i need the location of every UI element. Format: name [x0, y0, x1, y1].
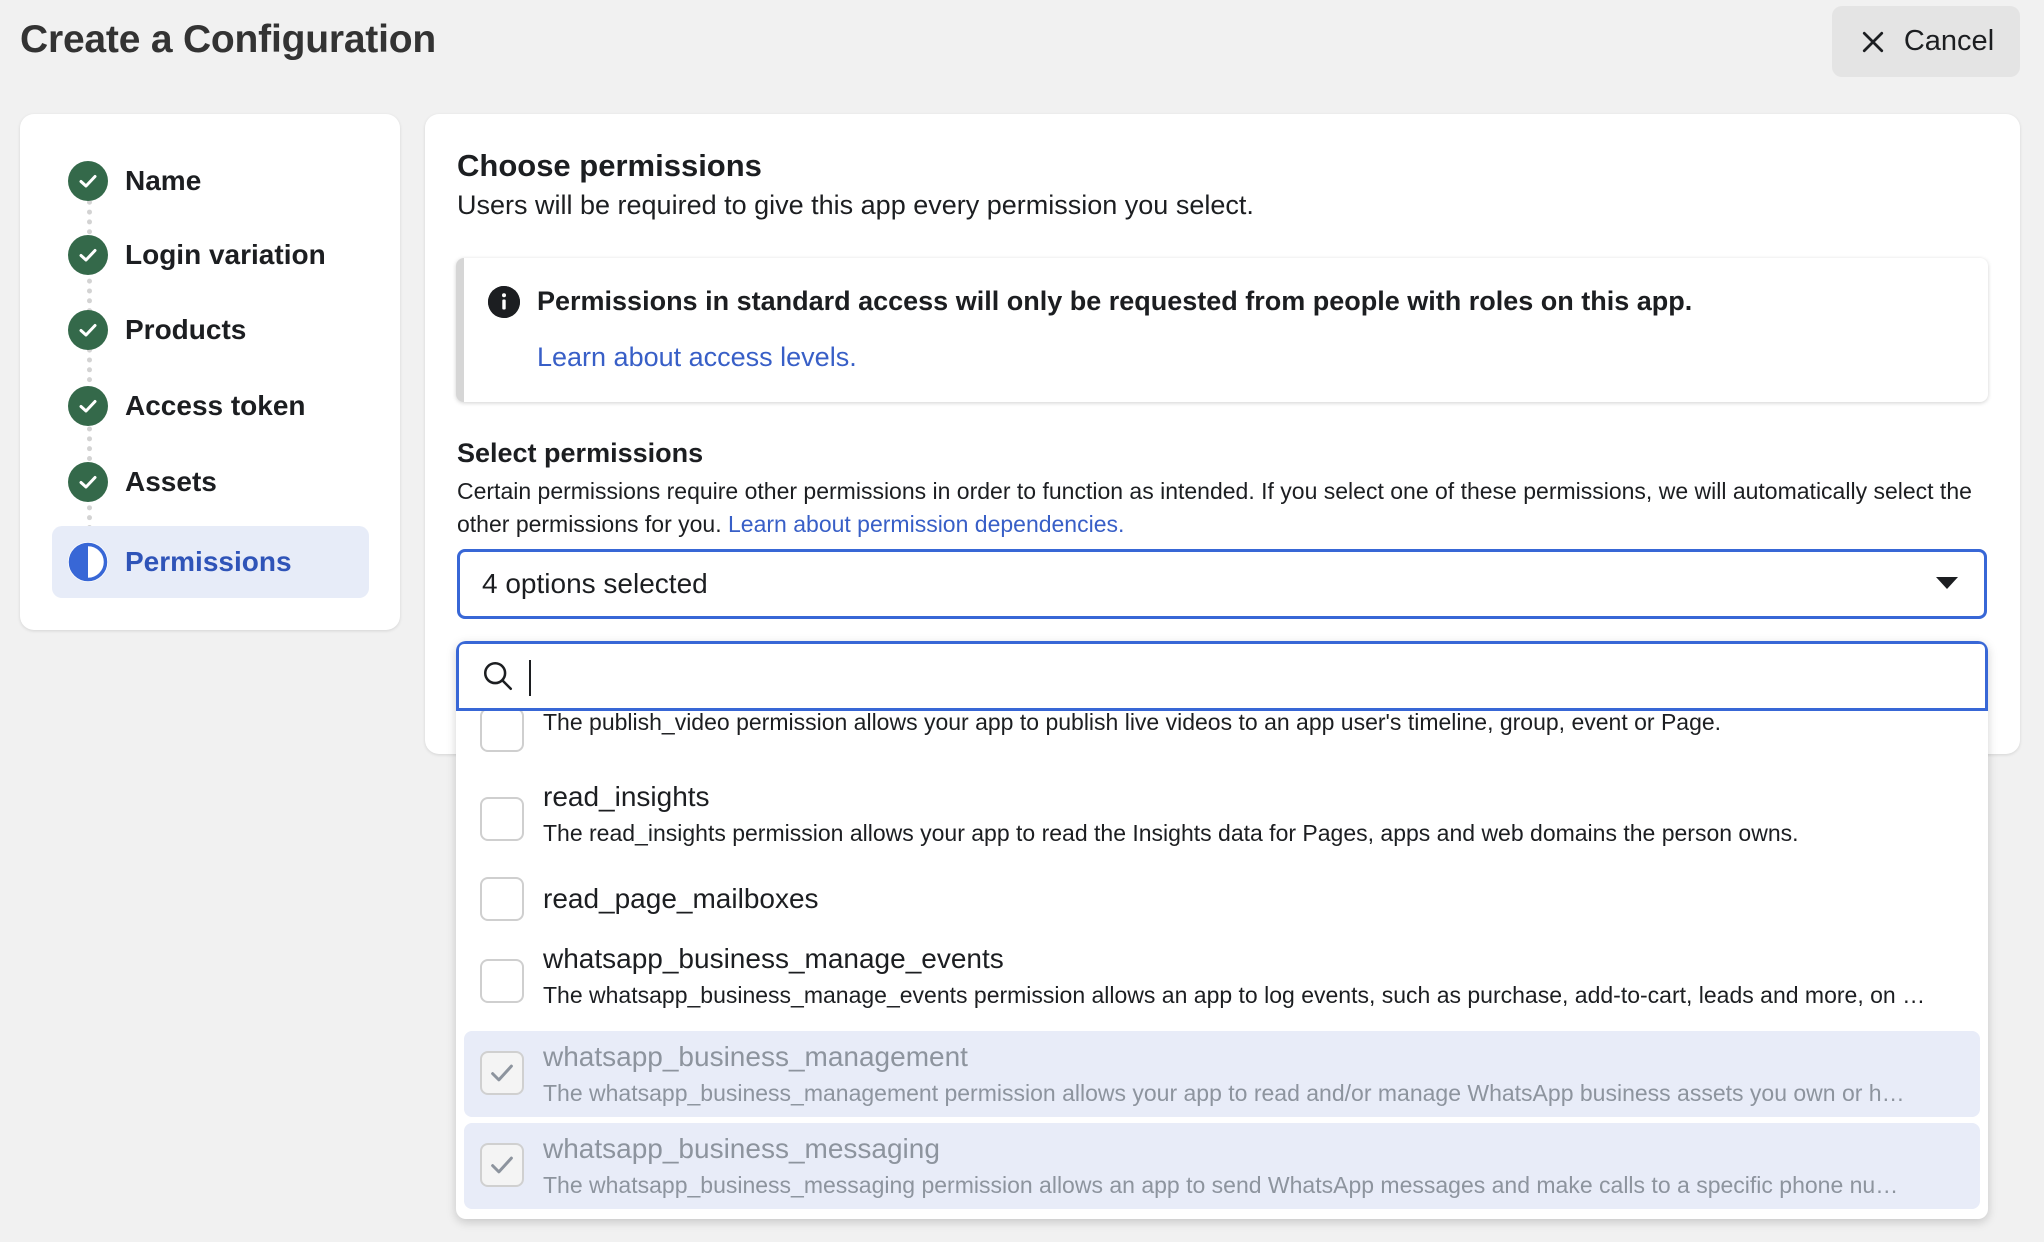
step-access-token[interactable]: Access token	[32, 372, 368, 440]
caret-down-icon	[1936, 577, 1958, 589]
step-assets[interactable]: Assets	[32, 448, 368, 516]
permissions-select-value: 4 options selected	[482, 568, 708, 599]
step-label: Access token	[125, 390, 306, 421]
check-circle-icon	[68, 161, 108, 201]
option-description: The publish_video permission allows your…	[543, 709, 1722, 735]
select-permissions-description: Certain permissions require other permis…	[457, 475, 1997, 541]
checkbox[interactable]	[480, 797, 524, 841]
close-icon	[1862, 31, 1883, 52]
check-icon	[491, 1064, 513, 1082]
search-icon	[483, 661, 513, 691]
notice-box	[456, 258, 1988, 402]
option-whatsapp-business-messaging[interactable]: whatsapp_business_messaging The whatsapp…	[464, 1123, 1980, 1209]
select-permissions-title: Select permissions	[457, 438, 704, 468]
checkbox-checked[interactable]	[480, 1143, 524, 1187]
option-description: The whatsapp_business_manage_events perm…	[543, 982, 1926, 1008]
page-title: Create a Configuration	[20, 18, 436, 61]
permissions-select[interactable]: 4 options selected	[457, 549, 1987, 619]
step-label: Products	[125, 314, 247, 345]
step-name[interactable]: Name	[32, 147, 368, 215]
option-name: read_page_mailboxes	[543, 883, 819, 914]
cancel-label: Cancel	[1903, 25, 1995, 57]
check-circle-icon	[68, 235, 108, 275]
checkbox[interactable]	[480, 959, 524, 1003]
step-products[interactable]: Products	[32, 296, 368, 364]
option-name: whatsapp_business_management	[543, 1041, 968, 1072]
access-levels-link[interactable]: Learn about access levels.	[537, 342, 857, 373]
checkbox[interactable]	[480, 877, 524, 921]
check-circle-icon	[68, 310, 108, 350]
check-icon	[491, 1156, 513, 1174]
step-label: Assets	[125, 466, 217, 497]
cancel-button[interactable]: Cancel	[1832, 6, 2020, 77]
option-whatsapp-business-manage-events[interactable]: whatsapp_business_manage_events The what…	[464, 939, 1980, 1023]
search-input[interactable]	[525, 659, 1929, 693]
option-description: The whatsapp_business_management permiss…	[543, 1080, 1905, 1106]
option-name: whatsapp_business_manage_events	[543, 943, 1004, 974]
step-label: Permissions	[125, 546, 292, 577]
step-login-variation[interactable]: Login variation	[32, 221, 368, 289]
search-box[interactable]	[456, 641, 1988, 711]
step-label: Login variation	[125, 239, 326, 270]
notice-text: Permissions in standard access will only…	[537, 286, 1693, 316]
check-circle-icon	[68, 462, 108, 502]
permissions-dropdown-menu: publish_video The publish_video permissi…	[456, 641, 1988, 1219]
text-cursor	[529, 660, 531, 696]
check-circle-icon	[68, 386, 108, 426]
section-title: Choose permissions	[457, 148, 762, 183]
info-icon	[488, 286, 520, 318]
option-name: read_insights	[543, 781, 710, 812]
checkbox[interactable]	[480, 708, 524, 752]
half-circle-icon	[68, 542, 108, 582]
checkbox-checked[interactable]	[480, 1051, 524, 1095]
select-description-text: Certain permissions require other permis…	[457, 478, 1972, 537]
step-permissions[interactable]: Permissions	[52, 526, 369, 598]
option-read-page-mailboxes[interactable]: read_page_mailboxes	[464, 869, 1980, 929]
step-label: Name	[125, 165, 202, 196]
section-subtitle: Users will be required to give this app …	[457, 190, 1254, 220]
option-description: The read_insights permission allows your…	[543, 820, 1799, 846]
permission-dependencies-link[interactable]: Learn about permission dependencies.	[728, 511, 1124, 537]
option-whatsapp-business-management[interactable]: whatsapp_business_management The whatsap…	[464, 1031, 1980, 1117]
option-description: The whatsapp_business_messaging permissi…	[543, 1172, 1899, 1198]
option-name: whatsapp_business_messaging	[543, 1133, 940, 1164]
option-read-insights[interactable]: read_insights The read_insights permissi…	[464, 777, 1980, 861]
